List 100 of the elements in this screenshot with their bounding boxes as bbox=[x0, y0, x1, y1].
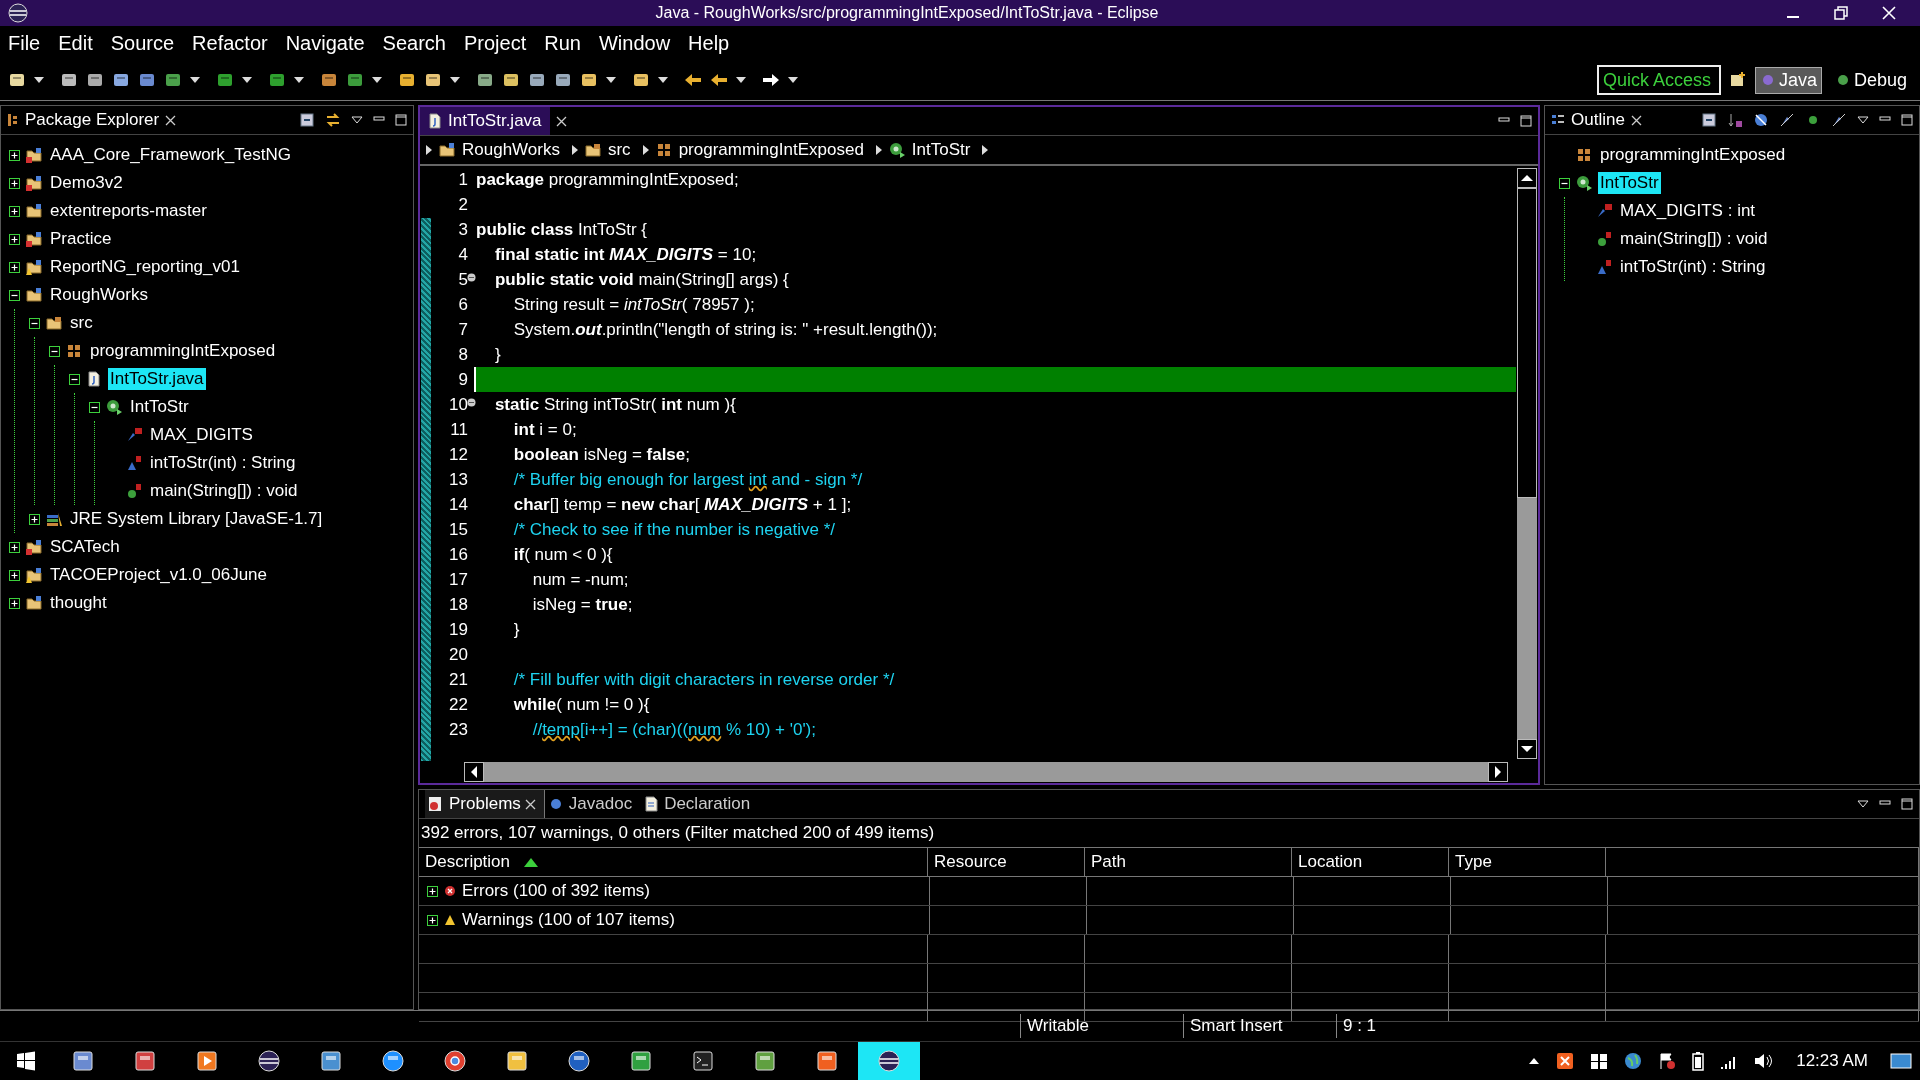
tree-item[interactable]: TACOEProject_v1.0_06June bbox=[48, 564, 270, 586]
maximize-icon[interactable] bbox=[1520, 115, 1532, 127]
vertical-scrollbar[interactable] bbox=[1516, 166, 1538, 761]
breadcrumb-arrow-icon[interactable] bbox=[426, 145, 432, 155]
tree-item[interactable]: intToStr(int) : String bbox=[148, 452, 298, 474]
editor-tab[interactable]: IntToStr.java bbox=[420, 107, 550, 135]
breadcrumb-arrow-icon[interactable] bbox=[571, 145, 578, 155]
sort-icon[interactable] bbox=[1727, 112, 1743, 128]
caret-icon[interactable] bbox=[658, 77, 668, 83]
menu-item[interactable]: Refactor bbox=[190, 31, 278, 55]
expand-icon[interactable] bbox=[9, 569, 20, 581]
menu-item[interactable]: Help bbox=[686, 31, 740, 55]
tree-item[interactable]: Demo3v2 bbox=[48, 172, 125, 194]
caret-icon[interactable] bbox=[242, 77, 252, 83]
flag-icon[interactable] bbox=[1658, 1052, 1677, 1070]
menu-item[interactable]: Project bbox=[462, 31, 537, 55]
caret-icon[interactable] bbox=[606, 77, 616, 83]
close-icon[interactable] bbox=[555, 115, 567, 127]
caret-icon[interactable] bbox=[34, 77, 44, 83]
view-tab[interactable]: Problems bbox=[425, 790, 545, 818]
expand-icon[interactable] bbox=[9, 233, 20, 245]
caret-icon[interactable] bbox=[736, 77, 746, 83]
breadcrumb-item[interactable]: src bbox=[607, 140, 631, 160]
expand-icon[interactable] bbox=[9, 261, 20, 273]
maximize-icon[interactable] bbox=[1901, 798, 1913, 810]
scroll-left-icon[interactable] bbox=[464, 762, 484, 782]
menu-item[interactable]: Search bbox=[380, 31, 456, 55]
caret-icon[interactable] bbox=[294, 77, 304, 83]
collapse-icon[interactable] bbox=[1559, 177, 1570, 189]
expand-icon[interactable] bbox=[9, 177, 20, 189]
link-editor-icon[interactable] bbox=[325, 112, 341, 128]
breadcrumb-item[interactable]: IntToStr bbox=[911, 140, 971, 160]
windows-start-icon[interactable] bbox=[16, 1051, 36, 1071]
collapse-icon[interactable] bbox=[9, 289, 20, 301]
column-header[interactable]: Type bbox=[1449, 848, 1606, 876]
back-icon[interactable] bbox=[684, 72, 702, 88]
column-header[interactable]: Path bbox=[1085, 848, 1292, 876]
tree-item[interactable]: MAX_DIGITS : int bbox=[1618, 200, 1758, 222]
collapse-all-icon[interactable] bbox=[1701, 112, 1717, 128]
restore-icon[interactable] bbox=[1834, 6, 1848, 20]
column-header[interactable]: Location bbox=[1292, 848, 1449, 876]
scroll-right-icon[interactable] bbox=[1488, 762, 1508, 782]
tree-item[interactable]: main(String[]) : void bbox=[148, 480, 300, 502]
menu-item[interactable]: Source bbox=[108, 31, 185, 55]
windows-icon[interactable] bbox=[1590, 1052, 1609, 1070]
tree-item[interactable]: Practice bbox=[48, 228, 114, 250]
tree-item[interactable]: RoughWorks bbox=[48, 284, 150, 306]
expand-icon[interactable] bbox=[9, 597, 20, 609]
perspective-button[interactable]: Java bbox=[1754, 66, 1822, 94]
panel-title[interactable]: Package Explorer bbox=[25, 110, 160, 130]
expand-icon[interactable] bbox=[9, 149, 20, 161]
view-menu-icon[interactable] bbox=[1857, 800, 1869, 808]
expand-icon[interactable] bbox=[29, 513, 40, 525]
tree-item[interactable]: extentreports-master bbox=[48, 200, 209, 222]
caret-icon[interactable] bbox=[190, 77, 200, 83]
hide-fields-icon[interactable] bbox=[1753, 112, 1769, 128]
caret-icon[interactable] bbox=[372, 77, 382, 83]
fold-icon[interactable] bbox=[467, 397, 476, 407]
menu-item[interactable]: Window bbox=[596, 31, 681, 55]
tree-item[interactable]: intToStr(int) : String bbox=[1618, 256, 1768, 278]
tree-item[interactable]: programmingIntExposed bbox=[88, 340, 278, 362]
collapse-all-icon[interactable] bbox=[299, 112, 315, 128]
tree-item[interactable]: SCATech bbox=[48, 536, 122, 558]
menu-item[interactable]: Navigate bbox=[283, 31, 375, 55]
tree-item[interactable]: IntToStr bbox=[1598, 172, 1661, 194]
fold-icon[interactable] bbox=[467, 272, 476, 282]
maximize-icon[interactable] bbox=[395, 114, 407, 126]
notification-icon[interactable] bbox=[1890, 1052, 1912, 1070]
tree-item[interactable]: src bbox=[68, 312, 95, 334]
expand-icon[interactable] bbox=[9, 541, 20, 553]
tray-caret-icon[interactable] bbox=[1528, 1057, 1541, 1065]
scrollbar-thumb[interactable] bbox=[1517, 188, 1537, 498]
open-perspective-icon-x[interactable] bbox=[1728, 71, 1747, 89]
view-menu-icon[interactable] bbox=[1857, 116, 1869, 124]
tree-item[interactable]: programmingIntExposed bbox=[1598, 144, 1788, 166]
view-menu-icon[interactable] bbox=[351, 116, 363, 124]
tree-item[interactable]: main(String[]) : void bbox=[1618, 228, 1770, 250]
tree-item[interactable]: MAX_DIGITS bbox=[148, 424, 255, 446]
tree-item[interactable]: ReportNG_reporting_v01 bbox=[48, 256, 242, 278]
close-icon[interactable] bbox=[165, 114, 177, 126]
menu-item[interactable]: Edit bbox=[56, 31, 103, 55]
tree-item[interactable]: IntToStr.java bbox=[108, 368, 206, 390]
clock[interactable]: 12:23 AM bbox=[1796, 1051, 1868, 1071]
menu-item[interactable]: Run bbox=[542, 31, 591, 55]
maximize-icon[interactable] bbox=[1901, 114, 1913, 126]
breadcrumb-item[interactable]: programmingIntExposed bbox=[678, 140, 864, 160]
scroll-down-icon[interactable] bbox=[1517, 739, 1537, 759]
collapse-icon[interactable] bbox=[89, 401, 100, 413]
close-icon[interactable] bbox=[524, 798, 536, 810]
column-header[interactable]: Resource bbox=[928, 848, 1085, 876]
sort-ascending-icon[interactable] bbox=[524, 857, 539, 867]
menu-item[interactable]: File bbox=[6, 31, 51, 55]
caret-icon[interactable] bbox=[450, 77, 460, 83]
expand-icon[interactable] bbox=[427, 914, 438, 926]
breadcrumb-item[interactable]: RoughWorks bbox=[462, 140, 560, 160]
eclipse-icon[interactable] bbox=[858, 1042, 920, 1080]
breadcrumb-arrow-icon[interactable] bbox=[982, 145, 989, 155]
problem-group[interactable]: Errors (100 of 392 items) bbox=[462, 881, 650, 901]
view-tab[interactable]: Javadoc bbox=[544, 790, 641, 818]
battery-icon[interactable] bbox=[1692, 1051, 1705, 1071]
